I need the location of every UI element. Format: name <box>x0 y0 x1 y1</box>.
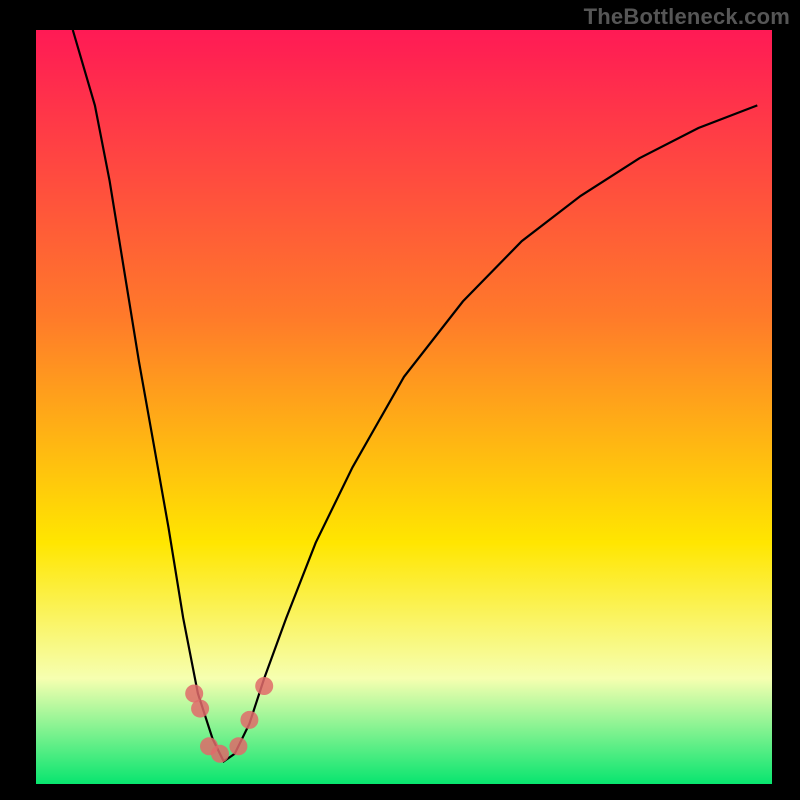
chart-frame: TheBottleneck.com <box>0 0 800 800</box>
marker-point <box>255 677 273 695</box>
marker-point <box>211 745 229 763</box>
marker-point <box>191 700 209 718</box>
bottleneck-chart <box>0 0 800 800</box>
marker-point <box>240 711 258 729</box>
watermark-text: TheBottleneck.com <box>584 4 790 30</box>
marker-point <box>229 737 247 755</box>
